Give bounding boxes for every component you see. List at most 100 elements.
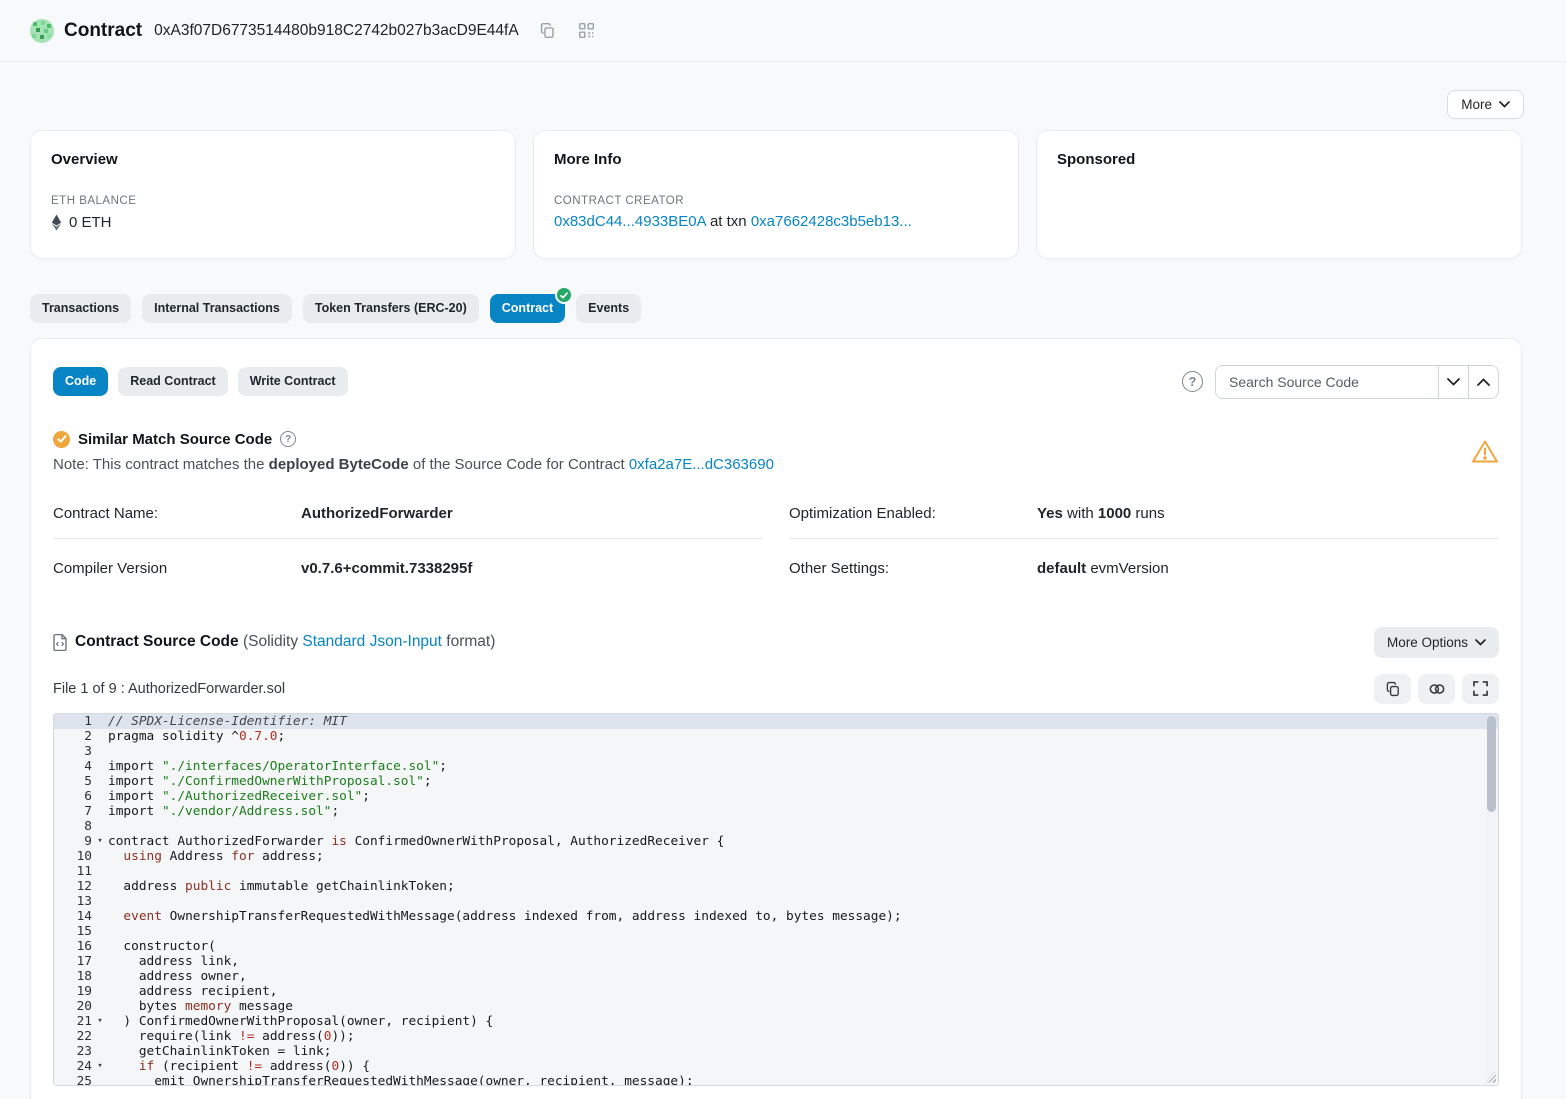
fold-slot — [92, 789, 108, 804]
fold-slot — [92, 924, 108, 939]
line-number: 6 — [54, 789, 92, 804]
code-text: address recipient, — [108, 984, 278, 999]
chevron-up-icon — [1477, 378, 1490, 386]
meta-label: Contract Name: — [53, 505, 301, 522]
code-text: address owner, — [108, 969, 247, 984]
line-number: 11 — [54, 864, 92, 879]
code-text: pragma solidity ^0.7.0; — [108, 729, 285, 744]
more-button[interactable]: More — [1447, 90, 1524, 119]
fold-arrow[interactable]: ▾ — [92, 834, 108, 849]
creator-address-link[interactable]: 0x83dC44...4933BE0A — [554, 213, 706, 230]
code-text: import "./vendor/Address.sol"; — [108, 804, 339, 819]
fold-slot — [92, 879, 108, 894]
page-header: Contract 0xA3f07D6773514480b918C2742b027… — [0, 0, 1566, 62]
meta-row: Compiler Versionv0.7.6+commit.7338295f — [53, 554, 763, 593]
fold-slot — [92, 849, 108, 864]
source-code-viewer[interactable]: 1 // SPDX-License-Identifier: MIT2pragma … — [53, 713, 1499, 1086]
json-input-link[interactable]: Standard Json-Input — [302, 633, 442, 650]
code-line: 23 getChainlinkToken = link; — [54, 1044, 1498, 1059]
search-next-button[interactable] — [1438, 366, 1468, 398]
creation-txn-link[interactable]: 0xa7662428c3b5eb13... — [751, 213, 912, 230]
code-line: 8 — [54, 819, 1498, 834]
tab-transactions[interactable]: Transactions — [30, 294, 131, 323]
help-icon[interactable]: ? — [280, 431, 296, 447]
fold-slot — [92, 969, 108, 984]
code-scrollbar[interactable] — [1487, 716, 1496, 1083]
copy-source-button[interactable] — [1374, 674, 1411, 704]
code-text: // SPDX-License-Identifier: MIT — [108, 714, 347, 729]
code-text: require(link != address(0)); — [108, 1029, 355, 1044]
code-text: emit OwnershipTransferRequestedWithMessa… — [108, 1074, 694, 1086]
code-line: 2pragma solidity ^0.7.0; — [54, 729, 1498, 744]
subtab-label: Code — [65, 374, 96, 388]
fold-slot — [92, 819, 108, 834]
fold-slot — [92, 894, 108, 909]
code-line: 18 address owner, — [54, 969, 1498, 984]
chevron-down-icon — [1499, 101, 1510, 108]
code-text: bytes memory message — [108, 999, 293, 1014]
line-number: 1 — [54, 714, 92, 729]
source-search-group — [1215, 365, 1499, 399]
expand-button[interactable] — [1462, 674, 1499, 704]
note-prefix: Note: This contract matches the — [53, 456, 269, 473]
format-prefix: (Solidity — [243, 633, 302, 650]
fold-arrow[interactable]: ▾ — [92, 1059, 108, 1074]
code-text: using Address for address; — [108, 849, 324, 864]
more-options-button[interactable]: More Options — [1374, 627, 1499, 658]
help-icon[interactable]: ? — [1182, 371, 1203, 392]
code-text: import "./ConfirmedOwnerWithProposal.sol… — [108, 774, 432, 789]
fold-slot — [92, 714, 108, 729]
matched-contract-link[interactable]: 0xfa2a7E...dC363690 — [629, 456, 774, 473]
similar-match-block: Similar Match Source Code ? Note: This c… — [53, 431, 774, 473]
document-icon — [53, 634, 67, 651]
fold-slot — [92, 729, 108, 744]
line-number: 7 — [54, 804, 92, 819]
chevron-down-icon — [1447, 378, 1460, 386]
code-line: 11 — [54, 864, 1498, 879]
copy-address-button[interactable] — [537, 20, 558, 41]
meta-row: Other Settings:default evmVersion — [789, 554, 1499, 593]
fold-arrow[interactable]: ▾ — [92, 1014, 108, 1029]
contract-panel: Code Read Contract Write Contract ? — [30, 338, 1522, 1099]
code-scrollbar-thumb[interactable] — [1487, 716, 1496, 812]
code-text: event OwnershipTransferRequestedWithMess… — [108, 909, 902, 924]
code-line: 17 address link, — [54, 954, 1498, 969]
tab-internal-transactions[interactable]: Internal Transactions — [142, 294, 292, 323]
search-prev-button[interactable] — [1468, 366, 1498, 398]
qr-code-button[interactable] — [576, 20, 597, 41]
search-source-code-input[interactable] — [1216, 366, 1438, 398]
subtab-read-contract[interactable]: Read Contract — [118, 367, 227, 396]
tab-token-transfers-erc-20[interactable]: Token Transfers (ERC-20) — [303, 294, 479, 323]
line-number: 14 — [54, 909, 92, 924]
fold-slot — [92, 744, 108, 759]
meta-value: Yes with 1000 runs — [1037, 505, 1165, 522]
tab-contract[interactable]: Contract — [490, 294, 565, 323]
eth-balance-label: ETH BALANCE — [51, 195, 495, 207]
tab-events[interactable]: Events — [576, 294, 641, 323]
note-bold: deployed ByteCode — [269, 456, 409, 473]
chevron-down-icon — [1475, 639, 1486, 646]
match-check-icon — [53, 431, 70, 448]
fold-slot — [92, 1074, 108, 1086]
subtab-write-contract[interactable]: Write Contract — [238, 367, 348, 396]
fold-slot — [92, 1044, 108, 1059]
contract-identicon — [30, 19, 54, 43]
page-title: Contract — [64, 20, 142, 42]
code-line: 7 import "./vendor/Address.sol"; — [54, 804, 1498, 819]
code-line: 3 — [54, 744, 1498, 759]
line-number: 21 — [54, 1014, 92, 1029]
code-line: 1 // SPDX-License-Identifier: MIT — [54, 714, 1498, 729]
fold-slot — [92, 804, 108, 819]
code-line: 10 using Address for address; — [54, 849, 1498, 864]
code-line: 16 constructor( — [54, 939, 1498, 954]
code-line: 15 — [54, 924, 1498, 939]
code-text: constructor( — [108, 939, 216, 954]
subtab-code[interactable]: Code — [53, 367, 108, 396]
fold-slot — [92, 909, 108, 924]
permalink-button[interactable] — [1418, 674, 1455, 704]
tab-label: Transactions — [42, 301, 119, 315]
meta-value: v0.7.6+commit.7338295f — [301, 560, 472, 577]
code-line: 4import "./interfaces/OperatorInterface.… — [54, 759, 1498, 774]
contract-creator-label: CONTRACT CREATOR — [554, 195, 998, 207]
code-text: if (recipient != address(0)) { — [108, 1059, 370, 1074]
